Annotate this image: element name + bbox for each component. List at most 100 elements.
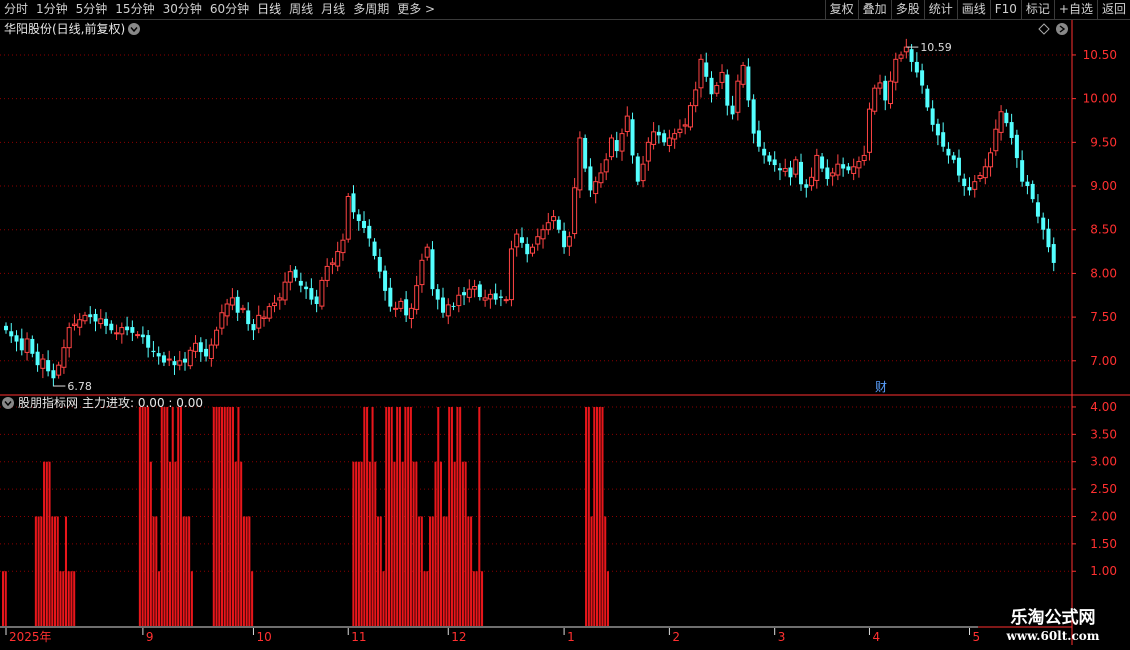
candle [482,289,488,307]
candle [240,304,246,314]
x-tick-label: 5 [972,630,980,644]
candle-body [414,285,420,310]
candle [329,257,335,275]
indicator-legend: 主力进攻: 0.00 : 0.00 [82,396,203,410]
candle [304,281,309,299]
candle [377,248,382,279]
candle [972,175,978,198]
candle-body [756,130,761,147]
candle-body [740,64,746,85]
candle [804,179,809,198]
x-tick-label: 10 [256,630,271,644]
candle [914,52,919,78]
candle [782,158,788,177]
candle-body [398,300,404,309]
stock-chart[interactable]: 7.00 7.50 8.00 8.50 9.00 9.50 10.00 10.50 1.00 1.… [0,0,1130,650]
indicator-bar [251,571,254,626]
candle [656,125,661,144]
candle-body [166,358,172,361]
indicator-bar [144,406,147,626]
candle-body [130,327,135,333]
candle [977,172,983,183]
indicator-bar [229,406,232,626]
indicator-bar [379,516,382,626]
candle-body [809,176,815,187]
candle-body [635,156,640,182]
indicator-bar [363,406,366,626]
candle [614,131,619,158]
indicator-bar [152,516,155,626]
candle-body [624,115,630,133]
candle-body [388,287,393,307]
candle [251,319,256,340]
indicator-bar [163,406,166,626]
indicator-bar [149,461,152,626]
x-tick-label: 11 [351,630,366,644]
x-tick-label: 2025年 [9,630,52,644]
candle [698,54,704,98]
candle-body [282,281,288,301]
indicator-bar [431,516,434,626]
candle [140,326,145,344]
candle-body [751,99,756,134]
candle-body [562,230,567,248]
indicator-bar [237,406,240,626]
candle [1030,180,1035,203]
indicator-bar [472,571,475,626]
indicator-bar [54,516,57,626]
candle [77,313,83,336]
candle [635,152,640,186]
diamond-icon[interactable] [1038,23,1050,35]
candle [640,155,646,188]
candle [1009,113,1014,145]
candle [161,351,166,367]
candle-body [187,349,193,367]
candle-body [866,108,872,153]
candle-body [125,326,130,331]
candle [277,292,283,310]
candle-body [956,157,961,176]
indicator-bar [34,516,37,626]
candle-body [1020,160,1025,182]
candle [519,227,524,248]
candle-body [762,148,767,156]
candle [56,361,62,379]
candle [946,142,951,164]
candle-body [772,159,777,166]
candle [651,122,657,150]
indicator-dropdown-icon[interactable] [2,397,14,409]
indicator-bar [598,406,601,626]
indicator-bar [51,516,54,626]
candle [319,276,325,310]
indicator-bar [398,406,401,626]
candle [487,289,493,309]
candle [624,106,630,137]
candle-body [56,364,62,376]
candle-body [503,299,509,302]
y-tick-label: 7.50 [1090,310,1117,324]
candle [1051,237,1056,272]
indicator-bar [56,516,59,626]
candle-body [272,302,278,307]
candle-body [861,154,867,162]
candle [866,102,872,161]
candle [35,343,40,372]
candle [925,85,930,111]
candle-body [482,297,488,301]
candle [93,308,98,332]
indicator-bar [242,516,245,626]
candle [846,162,851,174]
expand-icon[interactable] [1056,23,1068,35]
indicator-bar [158,571,161,626]
candle-body [377,256,382,272]
chart-title-dropdown-icon[interactable] [128,23,140,35]
candle [566,231,572,256]
candle-body [925,88,930,108]
x-tick-label: 2 [672,630,680,644]
indicator-bar [174,461,177,626]
candle [351,185,356,219]
y-tick-label: 1.50 [1090,537,1117,551]
candle-body [256,314,262,329]
candle-body [735,80,741,113]
candle [61,339,67,374]
